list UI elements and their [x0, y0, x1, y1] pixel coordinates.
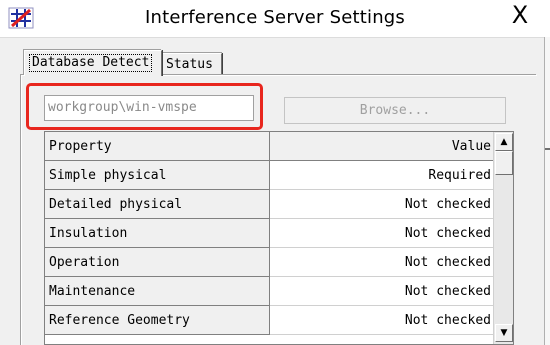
property-name-cell: Insulation	[45, 219, 270, 248]
column-header-value: Value	[270, 132, 493, 161]
tab-database-detect[interactable]: Database Detect	[24, 50, 162, 76]
tab-label: Status	[166, 57, 213, 72]
tab-label: Database Detect	[29, 54, 153, 72]
property-value-cell[interactable]: Not checked	[270, 277, 493, 306]
property-value-cell[interactable]: Required	[270, 161, 493, 190]
window-title: Interference Server Settings	[144, 7, 406, 28]
property-name-cell: Detailed physical	[45, 190, 270, 219]
table-row[interactable]: Maintenance Not checked	[45, 277, 493, 306]
table-row[interactable]: Simple physical Required	[45, 161, 493, 190]
property-grid[interactable]: Property Value Simple physical Required …	[44, 131, 514, 345]
property-name-cell: Operation	[45, 248, 270, 277]
browse-button[interactable]: Browse...	[284, 97, 506, 124]
title-bar[interactable]: Interference Server Settings X	[0, 0, 550, 38]
table-row[interactable]: Insulation Not checked	[45, 219, 493, 248]
property-name-cell: Simple physical	[45, 161, 270, 190]
close-icon: X	[511, 1, 529, 29]
scroll-down-button[interactable]: ▼	[495, 324, 513, 342]
property-name-cell: Reference Geometry	[45, 306, 270, 335]
background-window-edge	[544, 37, 550, 345]
scroll-thumb[interactable]	[495, 151, 513, 175]
property-value-cell[interactable]: Not checked	[270, 219, 493, 248]
table-row[interactable]: Operation Not checked	[45, 248, 493, 277]
scroll-up-button[interactable]: ▲	[495, 133, 513, 151]
close-button[interactable]: X	[498, 0, 542, 30]
scroll-down-arrow-icon: ▼	[500, 328, 508, 338]
table-row[interactable]: Reference Geometry Not checked	[45, 306, 493, 335]
vertical-scrollbar[interactable]: ▲ ▼	[493, 132, 513, 344]
table-row[interactable]: Detailed physical Not checked	[45, 190, 493, 219]
grid-header-row: Property Value	[45, 132, 493, 161]
property-value-cell[interactable]: Not checked	[270, 190, 493, 219]
property-value-cell[interactable]: Not checked	[270, 306, 493, 335]
property-value-cell[interactable]: Not checked	[270, 248, 493, 277]
highlight-annotation	[26, 83, 263, 130]
column-header-property: Property	[45, 132, 270, 161]
background-window-mark	[545, 148, 550, 150]
tab-status[interactable]: Status	[162, 53, 222, 75]
scroll-up-arrow-icon: ▲	[500, 137, 508, 147]
interference-server-settings-dialog: Interference Server Settings X Database …	[0, 0, 550, 345]
property-name-cell: Maintenance	[45, 277, 270, 306]
